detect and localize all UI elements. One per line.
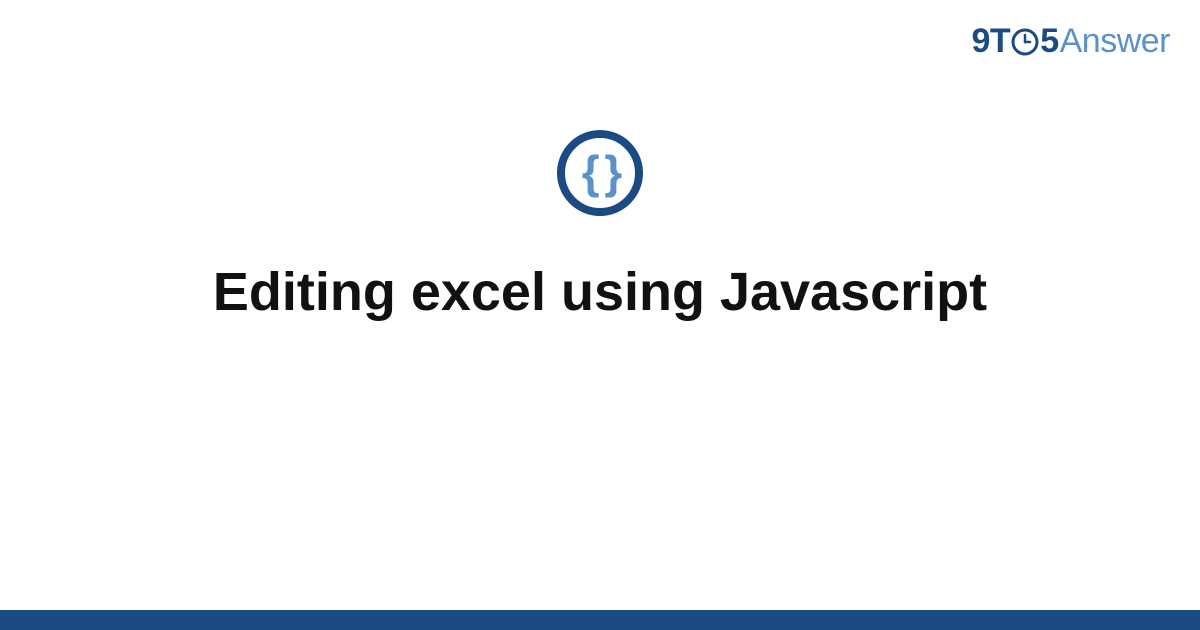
code-braces-icon: { } <box>582 149 619 195</box>
category-icon-circle: { } <box>557 130 643 216</box>
footer-accent-bar <box>0 610 1200 630</box>
page-title: Editing excel using Javascript <box>173 260 1027 325</box>
site-logo: 9T 5 Answer <box>972 22 1170 61</box>
logo-text-answer: Answer <box>1060 22 1170 61</box>
main-content: { } Editing excel using Javascript <box>0 130 1200 325</box>
logo-text-9t: 9T <box>972 22 1011 61</box>
clock-icon <box>1011 28 1039 56</box>
logo-text-5: 5 <box>1040 22 1058 61</box>
